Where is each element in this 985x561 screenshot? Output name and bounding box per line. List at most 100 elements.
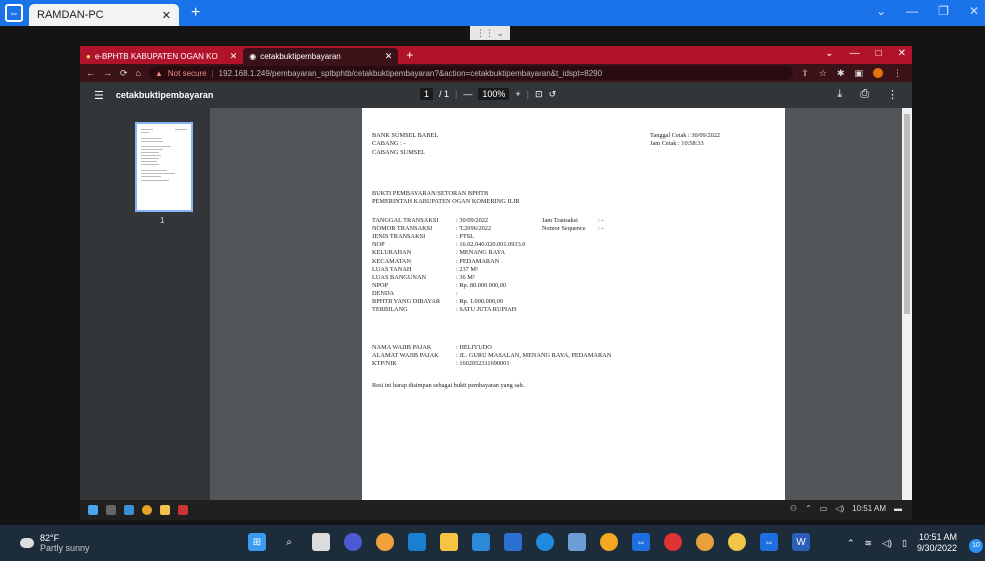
heading-pemerintah: PEMERINTAH KABUPATEN OGAN KOMERING ILIR: [372, 198, 520, 205]
taxpayer-value: : 1602052311690001: [456, 360, 510, 368]
field-value: : T.2096/2022: [456, 225, 492, 233]
warning-icon: ▲: [154, 68, 163, 78]
hamburger-menu-icon[interactable]: ☰: [94, 89, 104, 102]
teamviewer-icon[interactable]: ⇔: [632, 533, 650, 551]
taskbar: 82°F Partly sunny ⊞ ⌕ ⇔ ⇔ W ⌃ ≋ ◁) ▯ 10:…: [0, 525, 985, 561]
restore-button[interactable]: ❐: [938, 4, 949, 18]
pdf-content-area[interactable]: 1 BANK SUMSEL BABEL CABANG : - CABANG SU…: [80, 108, 912, 520]
zoom-input[interactable]: 100%: [478, 88, 510, 100]
close-button[interactable]: ✕: [969, 4, 979, 18]
teamviewer-icon[interactable]: ⇔: [760, 533, 778, 551]
close-tab-icon[interactable]: ✕: [385, 51, 393, 62]
people-icon[interactable]: ⚇: [790, 504, 797, 513]
download-icon[interactable]: ⤓: [837, 88, 842, 101]
network-icon[interactable]: ▭: [820, 504, 828, 513]
more-options-icon[interactable]: ⋮: [887, 88, 898, 101]
app-icon[interactable]: [568, 533, 586, 551]
folder-icon[interactable]: [160, 505, 170, 515]
tray-chevron-icon[interactable]: ⌃: [847, 538, 855, 549]
word-icon[interactable]: W: [792, 533, 810, 551]
chrome-icon[interactable]: [142, 505, 152, 515]
field-label: NOMOR TRANSAKSI: [372, 225, 433, 233]
taxpayer-label: ALAMAT WAJIB PAJAK: [372, 352, 439, 360]
remote-desktop-icon[interactable]: [504, 533, 522, 551]
chevron-down-icon[interactable]: ⌄: [825, 48, 833, 59]
new-session-button[interactable]: +: [191, 4, 200, 22]
field-value: : Rp. 1.000.000,00: [456, 298, 503, 305]
sidepanel-icon[interactable]: ▣: [854, 68, 863, 79]
search-icon[interactable]: ⌕: [280, 533, 298, 551]
nomor-sequence-value: : -: [598, 225, 604, 232]
cloud-icon: [20, 538, 34, 548]
tab-label: e-BPHTB KABUPATEN OGAN KO: [94, 51, 218, 61]
print-icon[interactable]: ⎙: [860, 88, 869, 101]
maximize-button[interactable]: □: [876, 48, 882, 59]
minimize-button[interactable]: —: [906, 4, 918, 18]
chrome-icon[interactable]: [600, 533, 618, 551]
page-thumbnail[interactable]: [135, 122, 193, 212]
tanggal-cetak: Tanggal Cetak : 30/09/2022: [650, 132, 721, 139]
remote-toolbar-handle[interactable]: ⋮⋮ ⌄: [470, 26, 510, 40]
edge-icon[interactable]: [536, 533, 554, 551]
zoom-in-button[interactable]: +: [515, 89, 520, 99]
page-number-input[interactable]: 1: [420, 88, 434, 100]
task-view-icon[interactable]: [312, 533, 330, 551]
extensions-icon[interactable]: ✱: [837, 68, 845, 79]
close-button[interactable]: ✕: [898, 48, 906, 59]
calculator-icon[interactable]: [472, 533, 490, 551]
star-icon[interactable]: ☆: [819, 68, 827, 79]
new-tab-button[interactable]: +: [406, 48, 413, 62]
address-bar[interactable]: ▲ Not secure | 192.168.1.249/pembayaran_…: [148, 66, 794, 80]
remote-desktop-area[interactable]: ⋮⋮ ⌄ ● e-BPHTB KABUPATEN OGAN KO ✕ ◉ cet…: [0, 26, 985, 525]
back-icon[interactable]: ←: [86, 68, 95, 78]
app-icon[interactable]: [178, 505, 188, 515]
weather-condition: Partly sunny: [40, 543, 90, 553]
field-label: TERBILANG: [372, 306, 408, 314]
home-icon[interactable]: ⌂: [136, 68, 141, 78]
close-tab-icon[interactable]: ✕: [162, 9, 171, 22]
tray-chevron-icon[interactable]: ⌃: [805, 504, 812, 513]
chat-icon[interactable]: [344, 533, 362, 551]
forward-icon[interactable]: →: [103, 68, 112, 78]
reload-icon[interactable]: ⟳: [120, 68, 128, 79]
store-icon[interactable]: [408, 533, 426, 551]
chevron-down-icon[interactable]: ⌄: [876, 4, 886, 18]
clock-date: 9/30/2022: [916, 543, 957, 553]
volume-icon[interactable]: ◁): [882, 538, 892, 549]
start-icon[interactable]: [88, 505, 98, 515]
tab-ebphtb[interactable]: ● e-BPHTB KABUPATEN OGAN KO ✕: [80, 48, 243, 64]
zoom-out-button[interactable]: —: [463, 89, 472, 99]
firefox-icon[interactable]: [376, 533, 394, 551]
notification-badge[interactable]: 10: [969, 539, 983, 553]
remote-clock[interactable]: 10:51 AM: [852, 504, 886, 513]
field-value: :: [456, 289, 458, 297]
avatar[interactable]: [873, 67, 883, 78]
menu-icon[interactable]: ⋮: [893, 68, 902, 79]
cabang-line: CABANG : -: [372, 140, 406, 147]
weather-widget[interactable]: 82°F Partly sunny: [20, 533, 90, 553]
field-value: : SATU JUTA RUPIAH: [456, 306, 517, 314]
windows-start-icon[interactable]: ⊞: [248, 533, 266, 551]
notification-icon[interactable]: ▬: [894, 504, 902, 513]
download-icon[interactable]: [124, 505, 134, 515]
volume-icon[interactable]: ◁): [835, 504, 844, 513]
battery-icon[interactable]: ▯: [902, 538, 907, 549]
pdf-page: BANK SUMSEL BABEL CABANG : - CABANG SUMS…: [362, 108, 785, 520]
rotate-icon[interactable]: ↺: [549, 89, 557, 100]
minimize-button[interactable]: —: [850, 48, 860, 59]
app-icon[interactable]: [728, 533, 746, 551]
wifi-icon[interactable]: ≋: [865, 538, 873, 549]
remote-session-tab[interactable]: RAMDAN-PC ✕: [29, 4, 179, 26]
clock[interactable]: 10:51 AM 9/30/2022: [917, 532, 957, 554]
tab-cetakbuktipembayaran[interactable]: ◉ cetakbuktipembayaran ✕: [243, 48, 399, 64]
fit-page-icon[interactable]: ⊡: [535, 89, 543, 100]
app-icon[interactable]: [664, 533, 682, 551]
share-icon[interactable]: ⇪: [801, 68, 809, 79]
chrome-canary-icon[interactable]: [696, 533, 714, 551]
field-value: : PEDAMARAN: [456, 257, 500, 265]
close-tab-icon[interactable]: ✕: [230, 51, 238, 62]
taxpayer-label: NAMA WAJIB PAJAK: [372, 344, 432, 351]
search-icon[interactable]: [106, 505, 116, 515]
scrollbar-thumb[interactable]: [904, 114, 910, 314]
file-explorer-icon[interactable]: [440, 533, 458, 551]
